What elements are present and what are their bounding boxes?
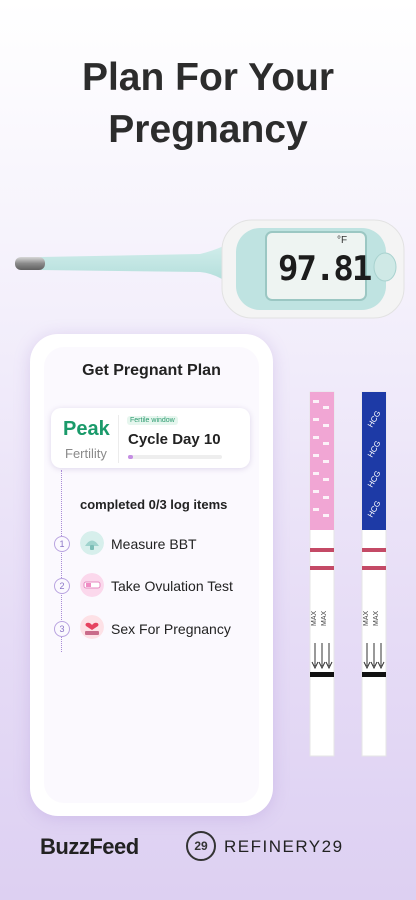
headline-line-1: Plan For Your [81, 56, 335, 99]
log-item-2-label[interactable]: Take Ovulation Test [111, 578, 233, 594]
fertility-status-label: Peak [63, 418, 110, 440]
hcg-strip-arrows [363, 643, 385, 670]
log-item-1-number: 1 [54, 536, 70, 552]
ovulation-strip-max-1: MAX [311, 611, 318, 627]
headline-line-2: Pregnancy [108, 108, 308, 151]
page-headline: Plan For Your Pregnancy [0, 52, 416, 156]
log-completed-count: completed 0/3 log items [80, 497, 228, 512]
hcg-test-strip: HCG HCG HCG HCG MAX MAX [361, 391, 387, 757]
hcg-strip-max-2: MAX [373, 611, 380, 627]
hcg-strip-max-1: MAX [363, 611, 370, 627]
fertility-status-sub: Fertility [65, 446, 107, 461]
ovulation-test-icon [80, 573, 104, 597]
refinery29-mark: 29 [186, 831, 216, 861]
thermometer-reading: 97.81 [278, 249, 372, 289]
buzzfeed-logo: BuzzFeed [40, 834, 139, 859]
cycle-progress-fill [128, 455, 133, 459]
thermometer-icon [80, 531, 104, 555]
cycle-day-label: Cycle Day 10 [128, 431, 221, 448]
ovulation-strip-max-2: MAX [321, 611, 328, 627]
log-item-2-number: 2 [54, 578, 70, 594]
status-divider [118, 415, 119, 463]
test-strips-illustration: MAX MAX HCG HCG HCG HCG MAX MAX [309, 391, 387, 757]
log-item-3-number: 3 [54, 621, 70, 637]
refinery29-logo: REFINERY29 [224, 837, 344, 856]
heart-bed-icon [80, 615, 104, 639]
log-item-3-label[interactable]: Sex For Pregnancy [111, 621, 231, 637]
cycle-progress-track [128, 455, 222, 459]
ovulation-test-strip: MAX MAX [309, 391, 335, 757]
thermometer-unit: °F [337, 235, 348, 246]
ovulation-strip-arrows [311, 643, 333, 670]
fertile-window-badge: Fertile window [127, 416, 178, 425]
plan-title: Get Pregnant Plan [82, 362, 221, 379]
log-item-1-label[interactable]: Measure BBT [111, 536, 197, 552]
